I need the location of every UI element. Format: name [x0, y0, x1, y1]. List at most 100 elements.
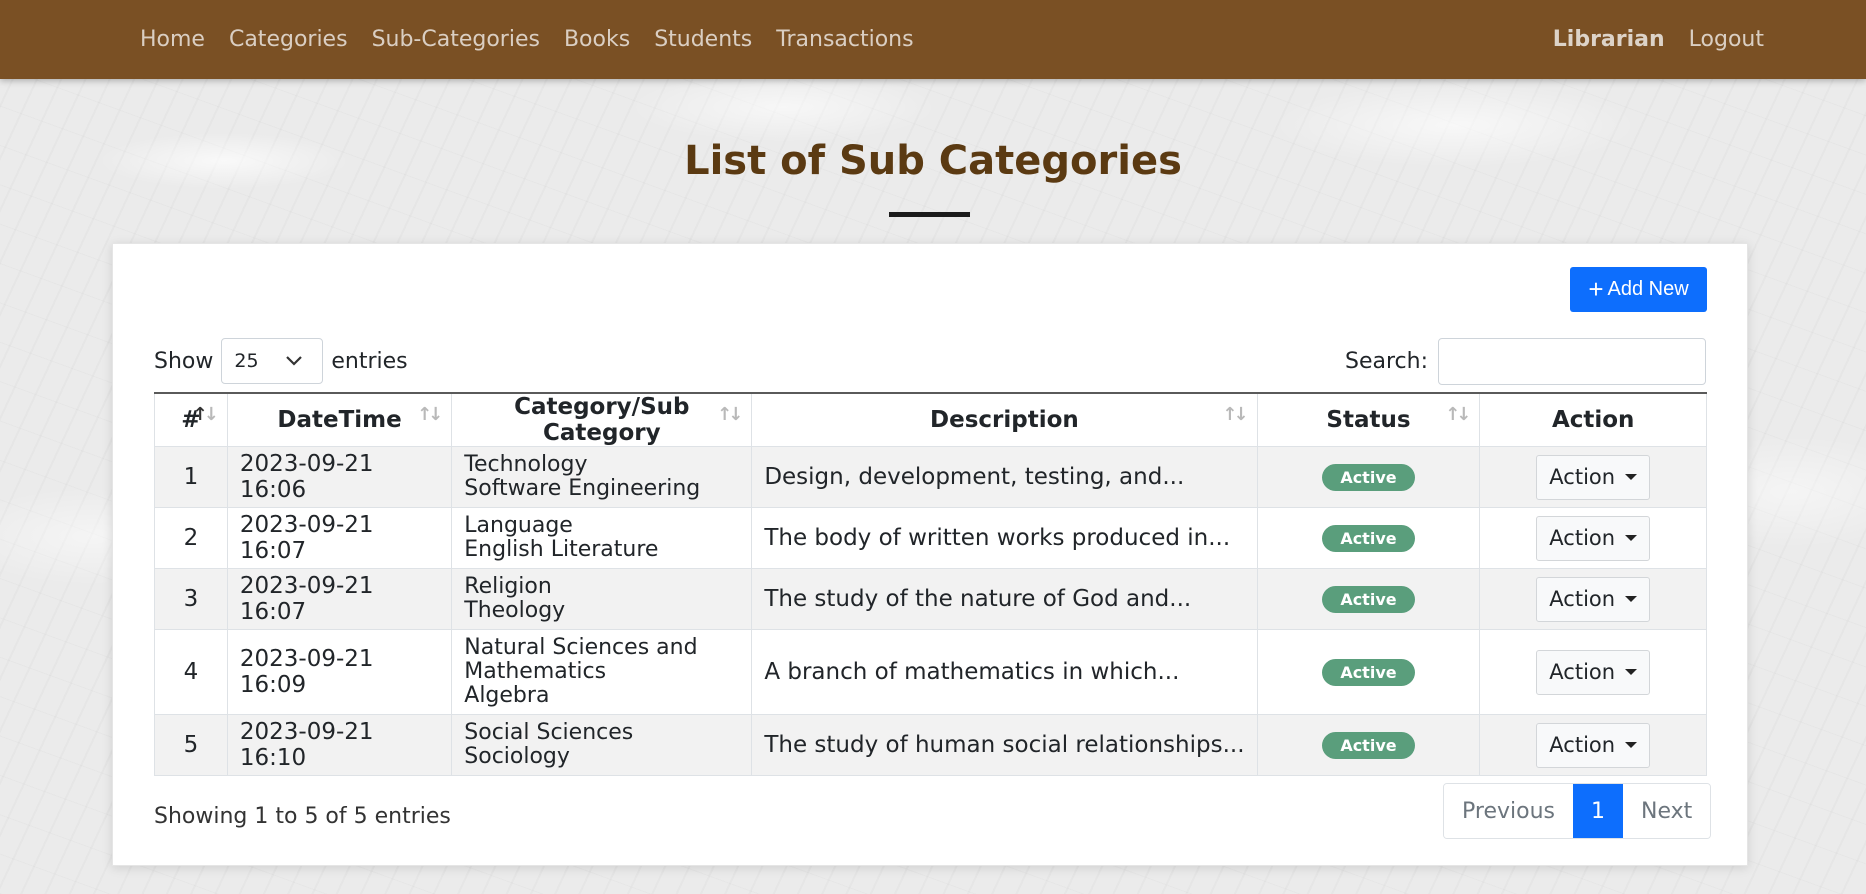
category-name: Technology	[464, 452, 588, 477]
action-label: Action	[1549, 587, 1616, 611]
column-header-number[interactable]: # ↑↓	[154, 392, 228, 447]
caret-down-icon	[1625, 596, 1638, 602]
action-label: Action	[1549, 465, 1616, 489]
page-length-select[interactable]: 25	[221, 338, 324, 384]
category-name: Religion	[464, 574, 552, 599]
row-category: Technology Software Engineering	[451, 446, 753, 508]
add-new-button[interactable]: + Add New	[1570, 267, 1707, 312]
category-name: Language	[464, 513, 573, 538]
subcategory-name: Software Engineering	[464, 476, 701, 501]
action-dropdown-button[interactable]: Action	[1536, 515, 1651, 561]
status-badge: Active	[1322, 732, 1415, 759]
action-label: Action	[1549, 660, 1616, 684]
sort-icon: ↑↓	[1222, 404, 1248, 425]
action-dropdown-button[interactable]: Action	[1536, 576, 1651, 622]
row-action: Action	[1479, 446, 1707, 508]
row-category: Language English Literature	[451, 507, 753, 569]
column-header-datetime-label: DateTime	[277, 407, 402, 433]
category-name: Natural Sciences and Mathematics	[464, 635, 698, 684]
next-page-button[interactable]: Next	[1622, 784, 1711, 838]
category-name: Social Sciences	[464, 720, 634, 745]
search-input[interactable]	[1438, 337, 1706, 385]
status-badge: Active	[1322, 659, 1415, 686]
table-header-row: # ↑↓ DateTime ↑↓ Category/Sub Category ↑↓ D…	[154, 392, 1707, 447]
nav-user-menu: Librarian Logout	[1541, 0, 1776, 79]
caret-down-icon	[1625, 535, 1638, 541]
nav-students[interactable]: Students	[642, 27, 764, 52]
row-datetime: 2023-09-21 16:10	[226, 714, 453, 776]
action-label: Action	[1549, 526, 1616, 550]
row-datetime: 2023-09-21 16:09	[226, 629, 453, 715]
row-description: Design, development, testing, and...	[751, 446, 1258, 508]
nav-transactions[interactable]: Transactions	[764, 27, 925, 52]
row-category: Natural Sciences and Mathematics Algebra	[451, 629, 753, 715]
column-header-description-label: Description	[930, 407, 1079, 433]
row-action: Action	[1479, 714, 1707, 776]
nav-home[interactable]: Home	[128, 27, 217, 52]
row-status: Active	[1256, 714, 1481, 776]
sort-asc-icon: ↑↓	[192, 404, 219, 425]
column-header-category[interactable]: Category/Sub Category ↑↓	[451, 392, 753, 447]
add-new-label: Add New	[1607, 278, 1689, 300]
row-number: 3	[154, 568, 228, 630]
title-underline	[889, 212, 970, 217]
action-dropdown-button[interactable]: Action	[1536, 454, 1651, 500]
row-action: Action	[1479, 507, 1707, 569]
row-datetime: 2023-09-21 16:07	[226, 507, 453, 569]
action-dropdown-button[interactable]: Action	[1536, 722, 1651, 768]
row-datetime: 2023-09-21 16:07	[226, 568, 453, 630]
column-header-status[interactable]: Status ↑↓	[1256, 392, 1481, 447]
row-description: The study of the nature of God and...	[751, 568, 1258, 630]
row-action: Action	[1479, 629, 1707, 715]
page-length-control: Show 25 entries	[154, 337, 408, 385]
column-header-datetime[interactable]: DateTime ↑↓	[226, 392, 453, 447]
row-number: 4	[154, 629, 228, 715]
nav-books[interactable]: Books	[552, 27, 642, 52]
row-status: Active	[1256, 568, 1481, 630]
row-number: 1	[154, 446, 228, 508]
column-header-action: Action	[1479, 392, 1707, 447]
sort-icon: ↑↓	[717, 404, 743, 425]
table-row: 5 2023-09-21 16:10 Social Sciences Sociol…	[154, 714, 1707, 776]
table-card: + Add New Show 25 entries Search: # ↑↓ Da…	[112, 243, 1748, 866]
row-status: Active	[1256, 629, 1481, 715]
show-label: Show	[154, 348, 214, 374]
search-control: Search:	[1345, 337, 1706, 385]
row-category: Religion Theology	[451, 568, 753, 630]
nav-categories[interactable]: Categories	[217, 27, 360, 52]
subcategory-name: Algebra	[464, 683, 550, 708]
row-datetime: 2023-09-21 16:06	[226, 446, 453, 508]
caret-down-icon	[1625, 669, 1638, 675]
subcategory-name: English Literature	[464, 537, 659, 562]
status-badge: Active	[1322, 525, 1415, 552]
entries-label: entries	[331, 348, 408, 374]
sort-icon: ↑↓	[417, 404, 443, 425]
search-label: Search:	[1345, 348, 1428, 374]
subcategory-name: Theology	[464, 598, 566, 623]
column-header-action-label: Action	[1551, 407, 1635, 433]
table-row: 2 2023-09-21 16:07 Language English Liter…	[154, 507, 1707, 569]
row-number: 2	[154, 507, 228, 569]
action-dropdown-button[interactable]: Action	[1536, 649, 1651, 695]
previous-page-button[interactable]: Previous	[1444, 784, 1573, 838]
subcategory-name: Sociology	[464, 744, 570, 769]
row-status: Active	[1256, 446, 1481, 508]
row-description: A branch of mathematics in which...	[751, 629, 1258, 715]
row-category: Social Sciences Sociology	[451, 714, 753, 776]
page-length-value: 25	[234, 350, 259, 372]
action-label: Action	[1549, 733, 1616, 757]
column-header-description[interactable]: Description ↑↓	[751, 392, 1258, 447]
status-badge: Active	[1322, 464, 1415, 491]
sub-categories-table: # ↑↓ DateTime ↑↓ Category/Sub Category ↑↓ D…	[154, 392, 1707, 776]
nav-logout[interactable]: Logout	[1677, 27, 1776, 52]
status-badge: Active	[1322, 586, 1415, 613]
chevron-down-icon	[286, 356, 303, 366]
pagination: Previous 1 Next	[1443, 783, 1712, 839]
nav-user-librarian[interactable]: Librarian	[1541, 27, 1677, 52]
row-number: 5	[154, 714, 228, 776]
page-1-button[interactable]: 1	[1572, 784, 1623, 838]
row-action: Action	[1479, 568, 1707, 630]
nav-menu: Home Categories Sub-Categories Books Stu…	[128, 0, 926, 79]
nav-sub-categories[interactable]: Sub-Categories	[360, 27, 552, 52]
table-row: 3 2023-09-21 16:07 Religion Theology The …	[154, 568, 1707, 630]
